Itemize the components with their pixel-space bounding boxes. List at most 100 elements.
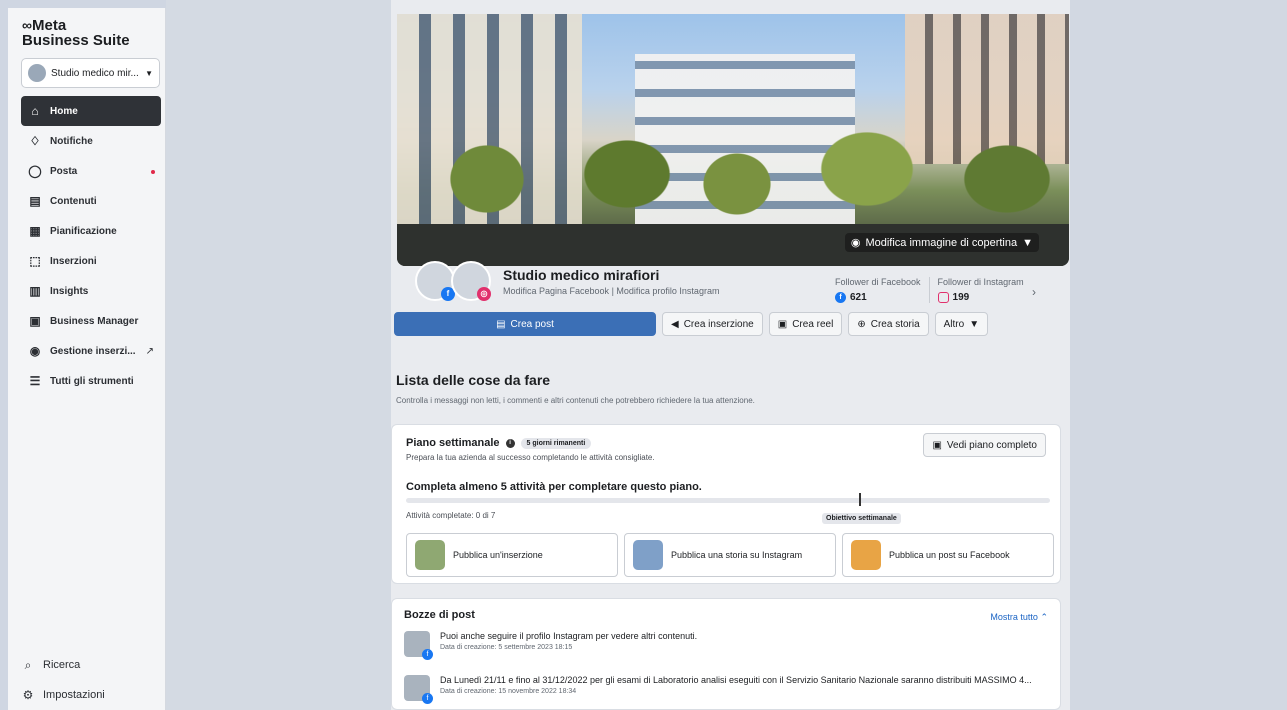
edit-cover-button[interactable]: ◉ Modifica immagine di copertina ▼ [844,233,1039,252]
nav-label: Tutti gli strumenti [50,375,134,387]
bottom-nav: ⌕ Ricerca ⚙ Impostazioni [14,650,160,710]
main-content: ◉ Modifica immagine di copertina ▼ f ◎ S… [391,0,1070,710]
weekly-plan-title: Piano settimanale [406,437,500,449]
draft-item[interactable]: f Da Lunedì 21/11 e fino al 31/12/2022 p… [404,675,1032,704]
nav-item-business-manager[interactable]: ▣ Business Manager [21,306,161,336]
instagram-followers-count: 199 [952,292,970,303]
instagram-icon [937,292,949,303]
create-ad-button[interactable]: ◀ Crea inserzione [662,312,763,336]
facebook-icon: f [422,649,433,660]
facebook-followers-count: 621 [850,292,867,303]
create-post-label: Crea post [510,318,554,330]
drafts-title: Bozze di post [404,609,475,621]
nav-label: Impostazioni [43,689,105,701]
nav-item-contenuti[interactable]: ▤ Contenuti [21,186,161,216]
unread-dot [151,170,155,174]
nav-item-notifiche[interactable]: ♢ Notifiche [21,126,161,156]
nav-item-posta[interactable]: ◯ Posta [21,156,161,186]
weekly-goal-marker [859,493,861,506]
edit-profile-links[interactable]: Modifica Pagina Facebook | Modifica prof… [503,286,719,296]
followers-summary[interactable]: Follower di Facebook f 621 Follower di In… [827,277,1032,303]
logo-line-2: Business Suite [22,32,130,49]
nav-label: Ricerca [43,659,81,671]
facebook-icon: f [835,292,846,303]
chat-icon: ◯ [28,164,42,178]
nav-label: Home [50,105,78,117]
create-story-label: Crea storia [870,318,920,330]
view-full-plan-button[interactable]: ▣ Vedi piano completo [923,433,1046,457]
nav-label: Posta [50,165,78,177]
account-name: Studio medico mir... [51,67,139,79]
account-avatar [28,64,46,82]
task-label: Pubblica un'inserzione [453,550,543,560]
more-button[interactable]: Altro ▼ [934,312,989,336]
search-icon: ⌕ [24,658,32,672]
cover-trees [397,124,1069,234]
nav-item-gestione-inserzioni[interactable]: ◉ Gestione inserzi... ↗ [21,336,161,366]
camera-icon: ◉ [850,237,861,249]
nav-label: Business Manager [50,315,139,327]
ad-chart-icon [415,540,445,570]
create-reel-button[interactable]: ▣ Crea reel [768,312,843,336]
more-label: Altro [943,318,965,330]
view-full-plan-label: Vedi piano completo [946,439,1037,451]
bell-icon: ♢ [29,134,41,148]
nav-label: Notifiche [50,135,93,147]
chevron-up-icon: ⌃ [1040,612,1048,622]
instagram-profile-avatar[interactable]: ◎ [451,261,491,301]
account-switcher[interactable]: Studio medico mir... ▼ [21,58,160,88]
facebook-page-avatar[interactable]: f [415,261,455,301]
show-all-label: Mostra tutto [990,612,1038,622]
megaphone-icon: ⬚ [29,254,41,268]
meta-logo-icon: ∞ [22,17,32,33]
create-story-button[interactable]: ⊕ Crea storia [848,312,929,336]
task-label: Pubblica un post su Facebook [889,550,1010,560]
todo-title: Lista delle cose da fare [396,372,551,388]
instagram-icon: ◎ [477,287,491,301]
create-ad-label: Crea inserzione [683,318,754,330]
facebook-post-icon [851,540,881,570]
facebook-followers-label: Follower di Facebook [835,277,921,287]
chevron-down-icon: ▼ [969,318,980,330]
draft-item[interactable]: f Puoi anche seguire il profilo Instagra… [404,631,697,660]
plan-icon: ▣ [932,439,942,451]
nav-item-home[interactable]: ⌂ Home [21,96,161,126]
info-icon[interactable]: i [505,438,515,448]
nav-item-pianificazione[interactable]: ▦ Pianificazione [21,216,161,246]
meta-business-suite-logo[interactable]: ∞Meta Business Suite [22,17,130,49]
nav-item-inserzioni[interactable]: ⬚ Inserzioni [21,246,161,276]
nav-label: Insights [50,285,89,297]
menu-icon: ☰ [29,374,41,388]
chevron-down-icon: ▼ [145,68,153,78]
nav-item-ricerca[interactable]: ⌕ Ricerca [14,650,160,680]
instagram-story-icon [633,540,663,570]
draft-date: Data di creazione: 5 settembre 2023 18:1… [440,644,573,651]
nav-label: Contenuti [50,195,97,207]
task-publish-ad[interactable]: Pubblica un'inserzione [406,533,618,577]
nav-item-impostazioni[interactable]: ⚙ Impostazioni [14,680,160,710]
draft-date: Data di creazione: 15 novembre 2022 18:3… [440,688,577,695]
calendar-icon: ▦ [29,224,41,238]
progress-track [406,498,1050,503]
edit-cover-label: Modifica immagine di copertina [865,236,1018,249]
gear-icon: ⚙ [22,688,34,702]
nav-label: Inserzioni [50,255,97,267]
completed-activities: Attività completate: 0 di 7 [406,511,496,520]
task-publish-facebook-post[interactable]: Pubblica un post su Facebook [842,533,1054,577]
content-icon: ▤ [29,194,41,208]
page-profile: f ◎ Studio medico mirafiori Modifica Pag… [415,258,719,304]
post-drafts-card: Bozze di post Mostra tutto ⌃ f Puoi anch… [391,598,1061,710]
task-list: Pubblica un'inserzione Pubblica una stor… [406,533,1054,577]
target-icon: ◉ [29,344,41,358]
show-all-link[interactable]: Mostra tutto ⌃ [990,612,1048,623]
sidebar: ∞Meta Business Suite Studio medico mir..… [8,8,166,710]
plan-goal-text: Completa almeno 5 attività per completar… [406,481,702,493]
nav-label: Gestione inserzi... [50,345,136,357]
chart-icon: ▥ [29,284,41,298]
create-post-button[interactable]: ▤ Crea post [394,312,656,336]
chevron-right-icon[interactable]: › [1032,285,1036,299]
nav-item-insights[interactable]: ▥ Insights [21,276,161,306]
instagram-followers-label: Follower di Instagram [937,277,1024,287]
nav-item-tutti-gli-strumenti[interactable]: ☰ Tutti gli strumenti [21,366,161,396]
task-publish-instagram-story[interactable]: Pubblica una storia su Instagram [624,533,836,577]
